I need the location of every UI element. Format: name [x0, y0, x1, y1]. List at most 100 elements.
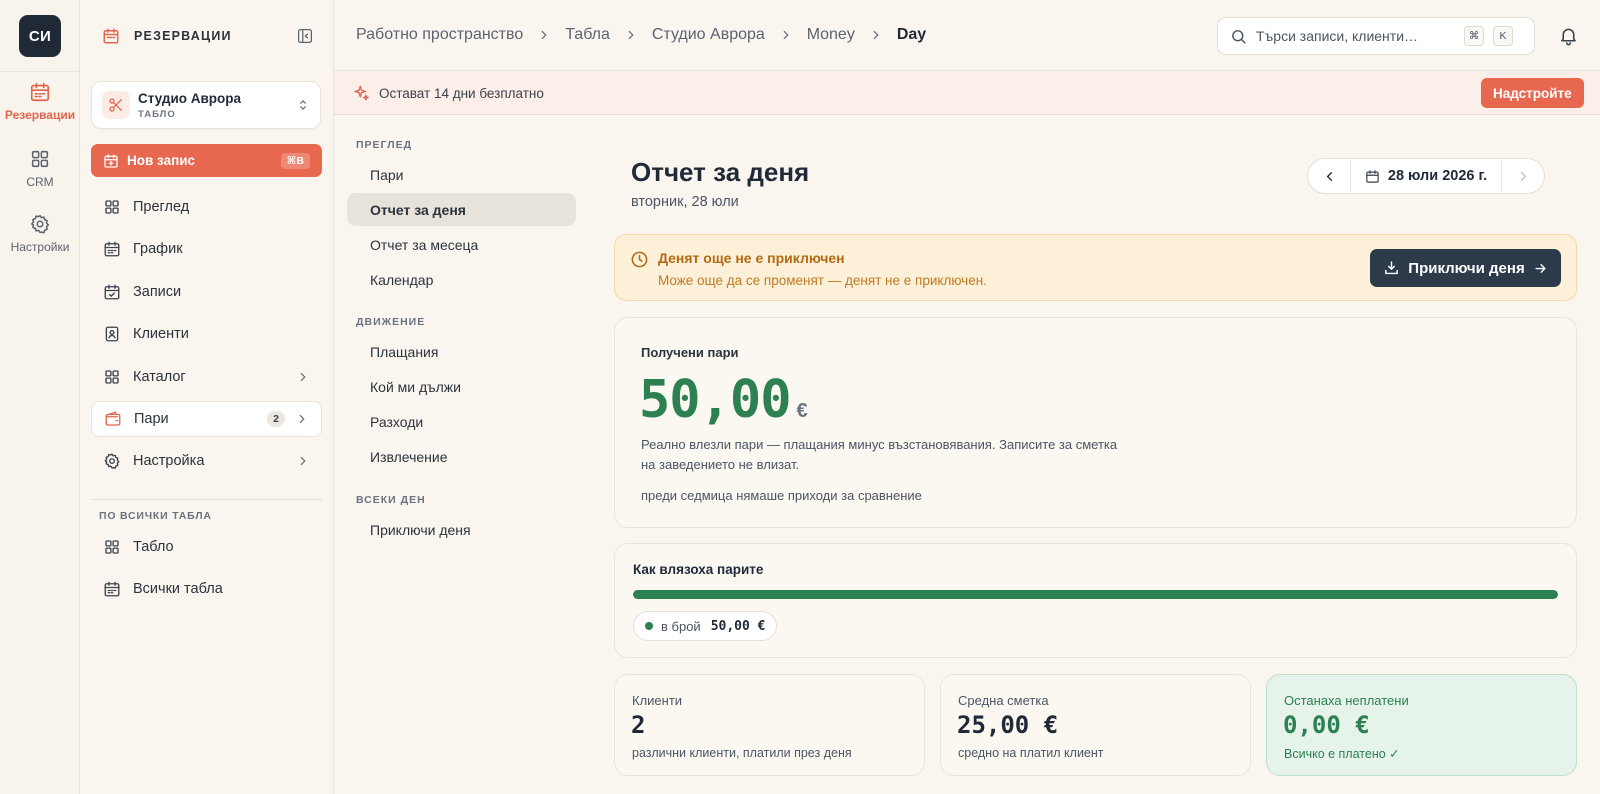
- chevron-left-icon: [1322, 169, 1337, 184]
- stat-note: средно на платил клиент: [958, 746, 1104, 760]
- calendar-icon: [102, 27, 120, 45]
- stat-card-clients: Клиенти 2 различни клиенти, платили през…: [614, 674, 925, 776]
- grid-icon: [103, 198, 121, 216]
- legend-value: 50,00 €: [710, 618, 766, 634]
- prev-day-button[interactable]: [1308, 159, 1350, 193]
- search-input[interactable]: [1256, 28, 1456, 44]
- card-description: Реално влезли пари — плащания минус възс…: [641, 437, 1118, 472]
- close-day-label: Приключи деня: [1408, 259, 1525, 277]
- subnav-item-statement[interactable]: Извлечение: [347, 440, 576, 473]
- shortcut-key: ⌘: [1464, 26, 1484, 46]
- rail-item-crm[interactable]: CRM: [0, 148, 80, 189]
- search-icon: [1230, 28, 1247, 45]
- chevron-right-icon: [537, 28, 551, 42]
- day-open-alert: Денят още не е приключен Може още да се …: [614, 234, 1577, 301]
- page-subtitle: вторник, 28 юли: [631, 194, 739, 210]
- collapse-sidebar-icon[interactable]: [296, 27, 314, 45]
- sidebar-item-dashboard[interactable]: Табло: [91, 529, 322, 565]
- received-money-card: Получени пари 50,00 € Реално влезли пари…: [614, 317, 1577, 528]
- subnav-item-money[interactable]: Пари: [347, 158, 576, 191]
- calendar-icon: [103, 580, 121, 598]
- sidebar-item-records[interactable]: Записи: [91, 274, 322, 310]
- legend-label: в брой: [661, 618, 701, 634]
- breadcrumb-item[interactable]: Работно пространство: [356, 26, 523, 44]
- date-picker: 28 юли 2026 г.: [1307, 158, 1545, 194]
- sidebar-item-schedule[interactable]: График: [91, 231, 322, 267]
- sidebar-item-setup[interactable]: Настройка: [91, 443, 322, 479]
- subnav-item-payments[interactable]: Плащания: [347, 335, 576, 368]
- sparkle-icon: [352, 84, 370, 102]
- sidebar-item-label: Настройка: [133, 453, 205, 469]
- card-label: Получени пари: [641, 345, 739, 360]
- new-record-button[interactable]: Нов запис ⌘B: [91, 144, 322, 177]
- sidebar-item-money[interactable]: Пари 2: [91, 401, 322, 437]
- chevron-right-icon: [1516, 169, 1531, 184]
- legend-dot: [645, 622, 653, 630]
- breadcrumb-current: Day: [896, 26, 927, 43]
- calendar-icon: [103, 240, 121, 258]
- next-day-button[interactable]: [1502, 159, 1544, 193]
- amount-currency: €: [796, 400, 808, 422]
- amount-value: 50,00: [639, 370, 792, 430]
- sidebar-header: РЕЗЕРВАЦИИ: [102, 23, 314, 49]
- close-day-button[interactable]: Приключи деня: [1370, 249, 1561, 287]
- received-amount: 50,00 €: [639, 370, 808, 430]
- sidebar-item-all-dashboards[interactable]: Всички табла: [91, 571, 322, 607]
- subnav-item-expenses[interactable]: Разходи: [347, 405, 576, 438]
- chevron-right-icon: [624, 28, 638, 42]
- chevron-updown-icon: [296, 98, 310, 112]
- calendar-icon: [29, 81, 51, 103]
- arrow-right-icon: [1533, 261, 1548, 276]
- trial-text: Остават 14 дни безплатно: [379, 85, 544, 101]
- sidebar-item-label: Каталог: [133, 369, 186, 385]
- grid-icon: [103, 538, 121, 556]
- subnav-item-debtors[interactable]: Кой ми дължи: [347, 370, 576, 403]
- date-display[interactable]: 28 юли 2026 г.: [1350, 159, 1502, 193]
- subnav-item-month-report[interactable]: Отчет за месеца: [347, 228, 576, 261]
- rail-item-label: Резервации: [4, 108, 76, 122]
- subnav-section-label: ДВИЖЕНИЕ: [356, 316, 426, 328]
- upgrade-button[interactable]: Надстройте: [1481, 78, 1584, 108]
- breadcrumb: Работно пространство Табла Студио Аврора…: [356, 26, 926, 44]
- stat-label: Останаха неплатени: [1284, 693, 1409, 708]
- sidebar: РЕЗЕРВАЦИИ Студио Аврора ТАБЛО Нов запис…: [80, 0, 334, 794]
- sidebar-item-label: Табло: [133, 539, 174, 555]
- rail-item-label: CRM: [26, 175, 54, 189]
- new-record-label: Нов запис: [127, 153, 196, 168]
- payment-methods-card: Как влязоха парите в брой 50,00 €: [614, 543, 1577, 658]
- rail-item-reservations[interactable]: Резервации: [0, 81, 80, 122]
- card-label: Как влязоха парите: [633, 562, 764, 577]
- stat-note: различни клиенти, платили през деня: [632, 746, 852, 760]
- calendar-icon: [1365, 169, 1380, 184]
- workspace-logo[interactable]: СИ: [19, 15, 61, 57]
- bell-icon[interactable]: [1558, 25, 1579, 46]
- sidebar-item-overview[interactable]: Преглед: [91, 189, 322, 225]
- gear-icon: [29, 213, 51, 235]
- scissors-icon: [102, 91, 130, 119]
- cash-legend-chip: в брой 50,00 €: [633, 611, 778, 641]
- search-box[interactable]: ⌘ K: [1217, 17, 1535, 55]
- studio-switcher[interactable]: Студио Аврора ТАБЛО: [91, 81, 321, 129]
- sidebar-item-label: Всички табла: [133, 581, 223, 597]
- studio-sub: ТАБЛО: [138, 108, 176, 120]
- shortcut-badge: ⌘B: [280, 152, 310, 169]
- subnav-item-close-day[interactable]: Приключи деня: [347, 513, 576, 546]
- alert-title: Денят още не е приключен: [658, 250, 845, 266]
- contact-icon: [103, 325, 121, 343]
- breadcrumb-item[interactable]: Студио Аврора: [652, 26, 765, 44]
- sidebar-title: РЕЗЕРВАЦИИ: [134, 29, 232, 43]
- chevron-right-icon: [295, 412, 309, 426]
- subnav-item-calendar[interactable]: Календар: [347, 263, 576, 296]
- sidebar-item-clients[interactable]: Клиенти: [91, 316, 322, 352]
- subnav-item-day-report[interactable]: Отчет за деня: [347, 193, 576, 226]
- stat-label: Клиенти: [632, 693, 683, 708]
- top-bar: Работно пространство Табла Студио Аврора…: [334, 0, 1600, 71]
- stat-card-unpaid: Останаха неплатени 0,00 € Всичко е плате…: [1266, 674, 1577, 776]
- rail-divider: [0, 71, 80, 72]
- trial-banner: Остават 14 дни безплатно Надстройте: [334, 72, 1600, 115]
- breadcrumb-item[interactable]: Money: [807, 26, 855, 44]
- rail-item-settings[interactable]: Настройки: [0, 213, 80, 254]
- breadcrumb-item[interactable]: Табла: [565, 26, 610, 44]
- sidebar-item-catalog[interactable]: Каталог: [91, 359, 322, 395]
- grid-icon: [103, 368, 121, 386]
